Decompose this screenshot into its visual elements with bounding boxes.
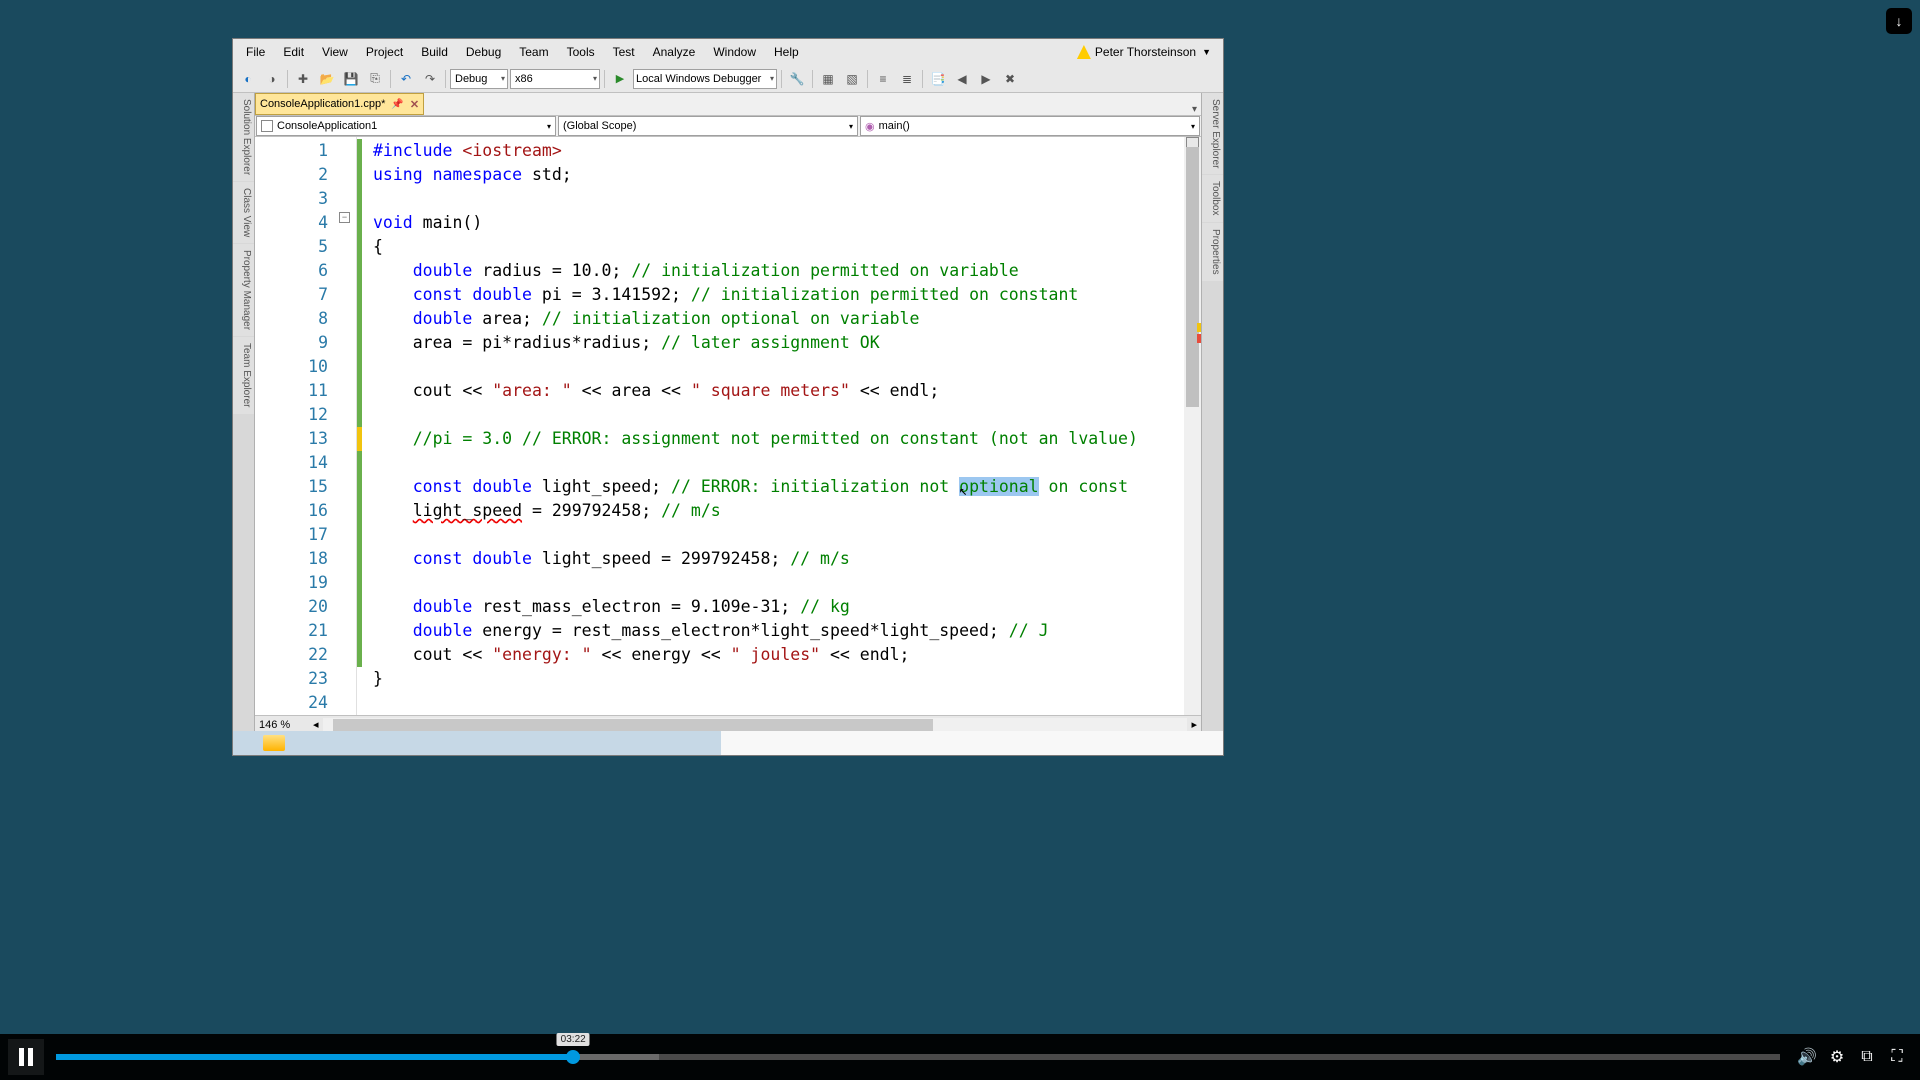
- pause-button[interactable]: [8, 1039, 44, 1075]
- menu-item-team[interactable]: Team: [510, 41, 557, 63]
- save-button[interactable]: 💾: [340, 68, 362, 90]
- seek-bar[interactable]: 03:22: [56, 1054, 1780, 1060]
- code-map-marks: [1197, 321, 1201, 343]
- new-button[interactable]: ✚: [292, 68, 314, 90]
- rail-team-explorer[interactable]: Team Explorer: [233, 337, 254, 413]
- back-button[interactable]: ◐: [237, 68, 259, 90]
- text-selection: optional: [959, 477, 1038, 496]
- open-button[interactable]: 📂: [316, 68, 338, 90]
- bookmark-button[interactable]: 📑: [927, 68, 949, 90]
- left-rail: Solution Explorer Class View Property Ma…: [233, 93, 255, 733]
- code-content[interactable]: #include <iostream> using namespace std;…: [357, 137, 1184, 715]
- menu-item-debug[interactable]: Debug: [457, 41, 510, 63]
- scroll-thumb[interactable]: [1186, 147, 1199, 407]
- taskbar-left[interactable]: [233, 731, 721, 755]
- fullscreen-button[interactable]: [1884, 1044, 1910, 1070]
- right-rail: Server Explorer Toolbox Properties: [1201, 93, 1223, 733]
- zoom-level[interactable]: 146 %: [259, 719, 313, 731]
- menu-item-view[interactable]: View: [313, 41, 357, 63]
- rail-solution-explorer[interactable]: Solution Explorer: [233, 93, 254, 181]
- user-name: Peter Thorsteinson: [1095, 45, 1196, 59]
- redo-button[interactable]: ↷: [419, 68, 441, 90]
- undo-button[interactable]: ↶: [395, 68, 417, 90]
- debugger-combo[interactable]: Local Windows Debugger: [633, 69, 777, 89]
- rail-class-view[interactable]: Class View: [233, 182, 254, 243]
- bookmark-prev[interactable]: ◀: [951, 68, 973, 90]
- project-icon: [261, 120, 273, 132]
- project-combo[interactable]: ConsoleApplication1: [256, 116, 556, 136]
- pause-icon: [19, 1048, 33, 1066]
- chevron-down-icon: ▼: [1202, 47, 1211, 57]
- menu-item-analyze[interactable]: Analyze: [644, 41, 705, 63]
- tool-btn-2[interactable]: ▦: [817, 68, 839, 90]
- hscroll-thumb[interactable]: [333, 719, 933, 731]
- play-icon: ▶: [609, 68, 631, 90]
- menu-item-test[interactable]: Test: [604, 41, 644, 63]
- menu-item-window[interactable]: Window: [704, 41, 765, 63]
- rail-property-manager[interactable]: Property Manager: [233, 244, 254, 336]
- pin-icon[interactable]: 📌: [391, 99, 403, 110]
- method-icon: ◉: [865, 120, 875, 133]
- rail-toolbox[interactable]: Toolbox: [1202, 175, 1223, 221]
- menu-item-file[interactable]: File: [237, 41, 274, 63]
- taskbar-right: [721, 731, 1223, 755]
- menu-item-project[interactable]: Project: [357, 41, 412, 63]
- toolbar: ◐ ◑ ✚ 📂 💾 ⎘ ↶ ↷ Debug x86 ▶ Local Window…: [233, 65, 1223, 93]
- config-combo[interactable]: Debug: [450, 69, 508, 89]
- menu-item-build[interactable]: Build: [412, 41, 457, 63]
- outdent-button[interactable]: ≡: [872, 68, 894, 90]
- pip-button[interactable]: [1854, 1044, 1880, 1070]
- rail-server-explorer[interactable]: Server Explorer: [1202, 93, 1223, 174]
- volume-button[interactable]: [1794, 1044, 1820, 1070]
- vs-window: File Edit View Project Build Debug Team …: [232, 38, 1224, 756]
- platform-combo[interactable]: x86: [510, 69, 600, 89]
- mouse-cursor: ↖: [959, 479, 967, 503]
- file-dropdown[interactable]: ▾: [1192, 104, 1197, 115]
- tool-btn-3[interactable]: ▧: [841, 68, 863, 90]
- error-squiggle: light_speed: [413, 501, 522, 520]
- hscroll-right[interactable]: ▸: [1191, 718, 1197, 731]
- line-gutter: 123456789101112131415161718192021222324: [255, 137, 357, 715]
- file-tab-row: ConsoleApplication1.cpp* 📌 ✕ ▾: [255, 93, 1201, 115]
- hscroll-left[interactable]: ◂: [313, 718, 319, 731]
- scope-combo[interactable]: (Global Scope): [558, 116, 858, 136]
- menu-item-edit[interactable]: Edit: [274, 41, 313, 63]
- close-icon[interactable]: ✕: [410, 98, 419, 111]
- settings-button[interactable]: [1824, 1044, 1850, 1070]
- forward-button[interactable]: ◑: [261, 68, 283, 90]
- code-editor[interactable]: 123456789101112131415161718192021222324 …: [255, 137, 1201, 715]
- collapse-toggle[interactable]: −: [339, 212, 350, 223]
- seek-handle[interactable]: [566, 1050, 580, 1064]
- indent-button[interactable]: ≣: [896, 68, 918, 90]
- rail-properties[interactable]: Properties: [1202, 223, 1223, 281]
- tool-btn-1[interactable]: 🔧: [786, 68, 808, 90]
- video-player-bar: 03:22: [0, 1034, 1920, 1080]
- save-all-button[interactable]: ⎘: [364, 68, 386, 90]
- horizontal-scrollbar[interactable]: [323, 718, 1188, 732]
- folder-icon[interactable]: [263, 735, 285, 751]
- context-bar: ConsoleApplication1 (Global Scope) ◉main…: [255, 115, 1201, 137]
- bookmark-next[interactable]: ▶: [975, 68, 997, 90]
- menu-bar: File Edit View Project Build Debug Team …: [233, 39, 1223, 65]
- warning-icon: [1077, 45, 1091, 59]
- menu-item-help[interactable]: Help: [765, 41, 808, 63]
- os-taskbar: [233, 731, 1223, 755]
- time-tooltip: 03:22: [557, 1033, 590, 1046]
- bookmark-clear[interactable]: ✖: [999, 68, 1021, 90]
- member-combo[interactable]: ◉main(): [860, 116, 1200, 136]
- download-badge[interactable]: ↓: [1886, 8, 1912, 34]
- play-progress: [56, 1054, 573, 1060]
- vertical-scrollbar[interactable]: [1184, 137, 1201, 715]
- file-tab-label: ConsoleApplication1.cpp*: [260, 98, 385, 110]
- user-badge[interactable]: Peter Thorsteinson ▼: [1077, 45, 1219, 59]
- file-tab[interactable]: ConsoleApplication1.cpp* 📌 ✕: [255, 93, 424, 115]
- menu-item-tools[interactable]: Tools: [558, 41, 604, 63]
